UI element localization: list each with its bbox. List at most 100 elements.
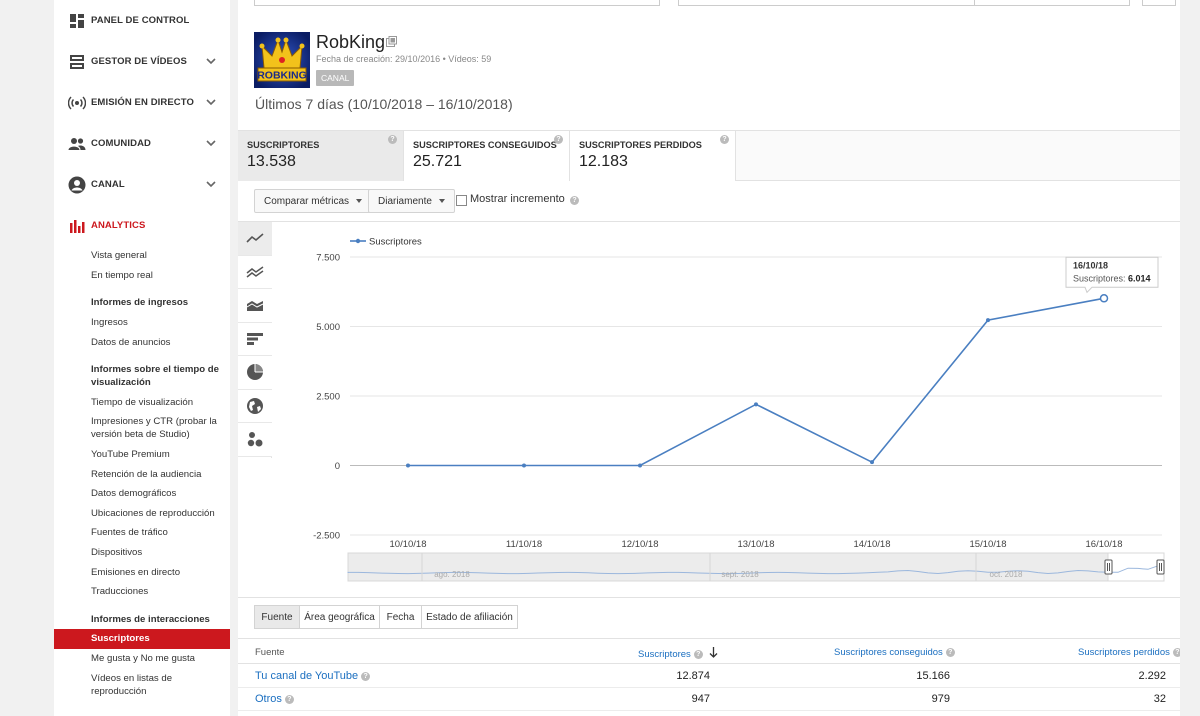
area-chart-button[interactable] (238, 289, 272, 323)
chart-series (406, 296, 1106, 468)
help-icon[interactable]: ? (720, 135, 729, 144)
legend-label: Suscriptores (369, 237, 422, 248)
y-tick-label: 0 (335, 461, 340, 472)
sidebar-item-subscribers[interactable]: Suscriptores (54, 629, 230, 649)
channel-icon (68, 176, 86, 194)
navigator-label: ago. 2018 (434, 570, 470, 579)
help-icon[interactable]: ? (361, 672, 371, 681)
chevron-down-icon[interactable] (204, 95, 218, 109)
chart-legend: Suscriptores (350, 237, 422, 248)
tab-geography[interactable]: Área geográfica (299, 605, 380, 629)
help-icon[interactable]: ? (693, 650, 703, 659)
sidebar-item-live-streams[interactable]: Emisiones en directo (91, 562, 230, 582)
legend-marker (355, 238, 361, 244)
sidebar-item-traffic-sources[interactable]: Fuentes de tráfico (91, 523, 230, 543)
help-icon[interactable]: ? (388, 135, 397, 144)
highlighted-point (1099, 294, 1109, 303)
row-subscribers-gained: 15.166 (916, 670, 950, 682)
sidebar-item-watch-time[interactable]: Tiempo de visualización (91, 393, 230, 413)
sidebar-item-retention[interactable]: Retención de la audiencia (91, 464, 230, 484)
sidebar-item-likes[interactable]: Me gusta y No me gusta (91, 649, 230, 669)
sidebar-item-translations[interactable]: Traducciones (91, 582, 230, 602)
channel-avatar[interactable]: ROBKING (254, 32, 310, 88)
sidebar-item-revenue[interactable]: Ingresos (91, 313, 230, 333)
left-gutter (0, 0, 54, 716)
chevron-down-icon[interactable] (204, 177, 218, 191)
chart-type-toolbar (238, 222, 272, 458)
tab-source[interactable]: Fuente (254, 605, 300, 629)
metric-bar: SUSCRIPTORES 13.538 ? SUSCRIPTORES CONSE… (238, 130, 1180, 181)
video-manager-icon (68, 53, 86, 71)
data-point (638, 463, 642, 468)
navigator-handle (1156, 559, 1165, 575)
chevron-down-icon[interactable] (204, 136, 218, 150)
help-icon[interactable]: ? (945, 648, 955, 657)
tab-subscription-status[interactable]: Estado de afiliación (421, 605, 518, 629)
top-filters (254, 0, 1176, 6)
nav-community[interactable]: COMUNIDAD (54, 123, 230, 164)
chevron-down-icon[interactable] (204, 54, 218, 68)
multiline-chart-icon (246, 266, 264, 278)
nav-channel[interactable]: CANAL (54, 164, 230, 205)
sidebar-item-ad-rates[interactable]: Datos de anuncios (91, 332, 230, 352)
line-chart[interactable]: 7.5005.0002.5000-2.500 10/10/18 11/10/18 1… (272, 222, 1180, 598)
bar-chart-button[interactable] (238, 322, 272, 356)
nav-video-manager[interactable]: GESTOR DE VÍDEOS (54, 41, 230, 82)
interval-dropdown[interactable]: Diariamente (368, 189, 455, 213)
sidebar-item-realtime[interactable]: En tiempo real (91, 266, 230, 286)
compare-metrics-button[interactable]: Comparar métricas (254, 189, 373, 213)
row-source-link[interactable]: Tu canal de YouTube? (255, 670, 371, 682)
show-increment-checkbox[interactable] (456, 195, 467, 206)
y-axis-ticks: 7.500 5.000 2.500 0 -2.500 (313, 253, 340, 542)
right-gutter (1180, 0, 1200, 716)
column-header-subscribers-gained[interactable]: Suscriptores conseguidos? (834, 647, 955, 658)
row-source-link[interactable]: Otros? (255, 693, 294, 705)
pie-chart-icon (247, 364, 263, 381)
help-icon[interactable]: ? (570, 196, 579, 205)
nav-video-manager-label: GESTOR DE VÍDEOS (91, 56, 187, 67)
sidebar-item-overview[interactable]: Vista general (91, 246, 230, 266)
channel-badge: CANAL (316, 70, 355, 86)
metric-subscribers-gained[interactable]: SUSCRIPTORES CONSEGUIDOS 25.721 ? (404, 131, 570, 181)
nav-community-label: COMUNIDAD (91, 138, 152, 149)
line-chart-button[interactable] (238, 222, 272, 256)
sidebar-item-impressions[interactable]: Impresiones y CTR (probar la versión bet… (91, 412, 230, 445)
nav-live[interactable]: EMISIÓN EN DIRECTO (54, 82, 230, 123)
column-header-subscribers-lost[interactable]: Suscriptores perdidos? (1078, 647, 1182, 658)
help-icon[interactable]: ? (554, 135, 563, 144)
column-header-subscribers[interactable]: Suscriptores? (638, 647, 718, 660)
x-tick-label: 10/10/18 (390, 539, 427, 550)
sidebar-item-premium[interactable]: YouTube Premium (91, 445, 230, 465)
chart-tooltip: 16/10/18 Suscriptores: 6.014 (1065, 256, 1159, 303)
multiline-chart-button[interactable] (238, 255, 272, 289)
sidebar-item-playlists[interactable]: Vídeos en listas de reproducción (91, 668, 230, 701)
show-increment-label[interactable]: Mostrar incremento (470, 193, 565, 205)
main-content: ROBKING RobKing Fecha de creación: 29/10… (238, 0, 1182, 716)
analytics-icon (68, 217, 86, 235)
data-point (986, 318, 990, 323)
channel-name[interactable]: RobKing (316, 32, 385, 53)
sidebar-item-demographics[interactable]: Datos demográficos (91, 484, 230, 504)
pie-chart-button[interactable] (238, 356, 272, 390)
table-row: Otros? 947 979 32 (238, 688, 1180, 711)
x-tick-label: 14/10/18 (854, 539, 891, 550)
nav-dashboard[interactable]: PANEL DE CONTROL (54, 0, 230, 41)
help-icon[interactable]: ? (284, 695, 294, 704)
map-chart-button[interactable] (238, 389, 272, 423)
filter-dropdown[interactable] (974, 0, 1130, 6)
metric-subscribers-lost[interactable]: SUSCRIPTORES PERDIDOS 12.183 ? (570, 131, 736, 181)
nav-analytics[interactable]: ANALYTICS (54, 205, 230, 246)
options-button[interactable] (1142, 0, 1176, 6)
x-tick-label: 15/10/18 (970, 539, 1007, 550)
tab-date[interactable]: Fecha (379, 605, 422, 629)
bubble-chart-icon (247, 432, 263, 447)
sidebar-item-devices[interactable]: Dispositivos (91, 543, 230, 563)
metric-subscribers[interactable]: SUSCRIPTORES 13.538 ? (238, 131, 404, 181)
sort-arrow-down-icon[interactable] (709, 647, 718, 658)
search-input[interactable] (254, 0, 660, 6)
sidebar-heading-watch-time: Informes sobre el tiempo de visualizació… (91, 364, 219, 389)
bubble-chart-button[interactable] (238, 423, 272, 457)
external-link-icon[interactable] (386, 36, 397, 47)
sidebar: PANEL DE CONTROL GESTOR DE VÍDEOS EMISIÓ… (54, 0, 230, 716)
sidebar-item-playback-locations[interactable]: Ubicaciones de reproducción (91, 504, 230, 524)
